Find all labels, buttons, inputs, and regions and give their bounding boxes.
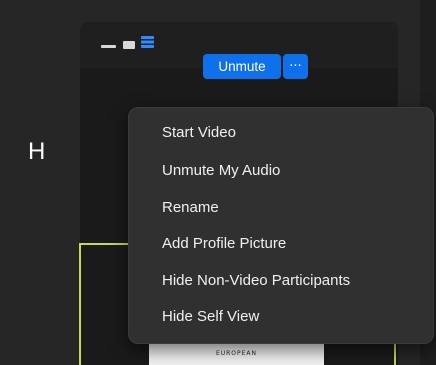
strip-view-icon[interactable] [141,36,154,48]
gallery-view-icon[interactable] [123,41,135,49]
meeting-window: Unmute ··· H ETC EUROPEAN Start Video Un… [0,0,436,365]
menu-item-hide-non-video[interactable]: Hide Non-Video Participants [129,265,433,297]
participant-name: H [28,138,46,165]
more-options-button[interactable]: ··· [283,54,308,79]
menu-item-start-video[interactable]: Start Video [129,117,433,149]
menu-item-hide-self-view[interactable]: Hide Self View [129,301,433,333]
menu-item-rename[interactable]: Rename [129,192,433,224]
menu-item-unmute-my-audio[interactable]: Unmute My Audio [129,155,433,187]
speaker-view-icon[interactable] [101,45,116,48]
logo-subtitle: EUROPEAN [215,350,258,357]
unmute-button[interactable]: Unmute [203,54,281,79]
menu-item-add-profile-picture[interactable]: Add Profile Picture [129,228,433,260]
participant-context-menu: Start Video Unmute My Audio Rename Add P… [128,107,434,344]
